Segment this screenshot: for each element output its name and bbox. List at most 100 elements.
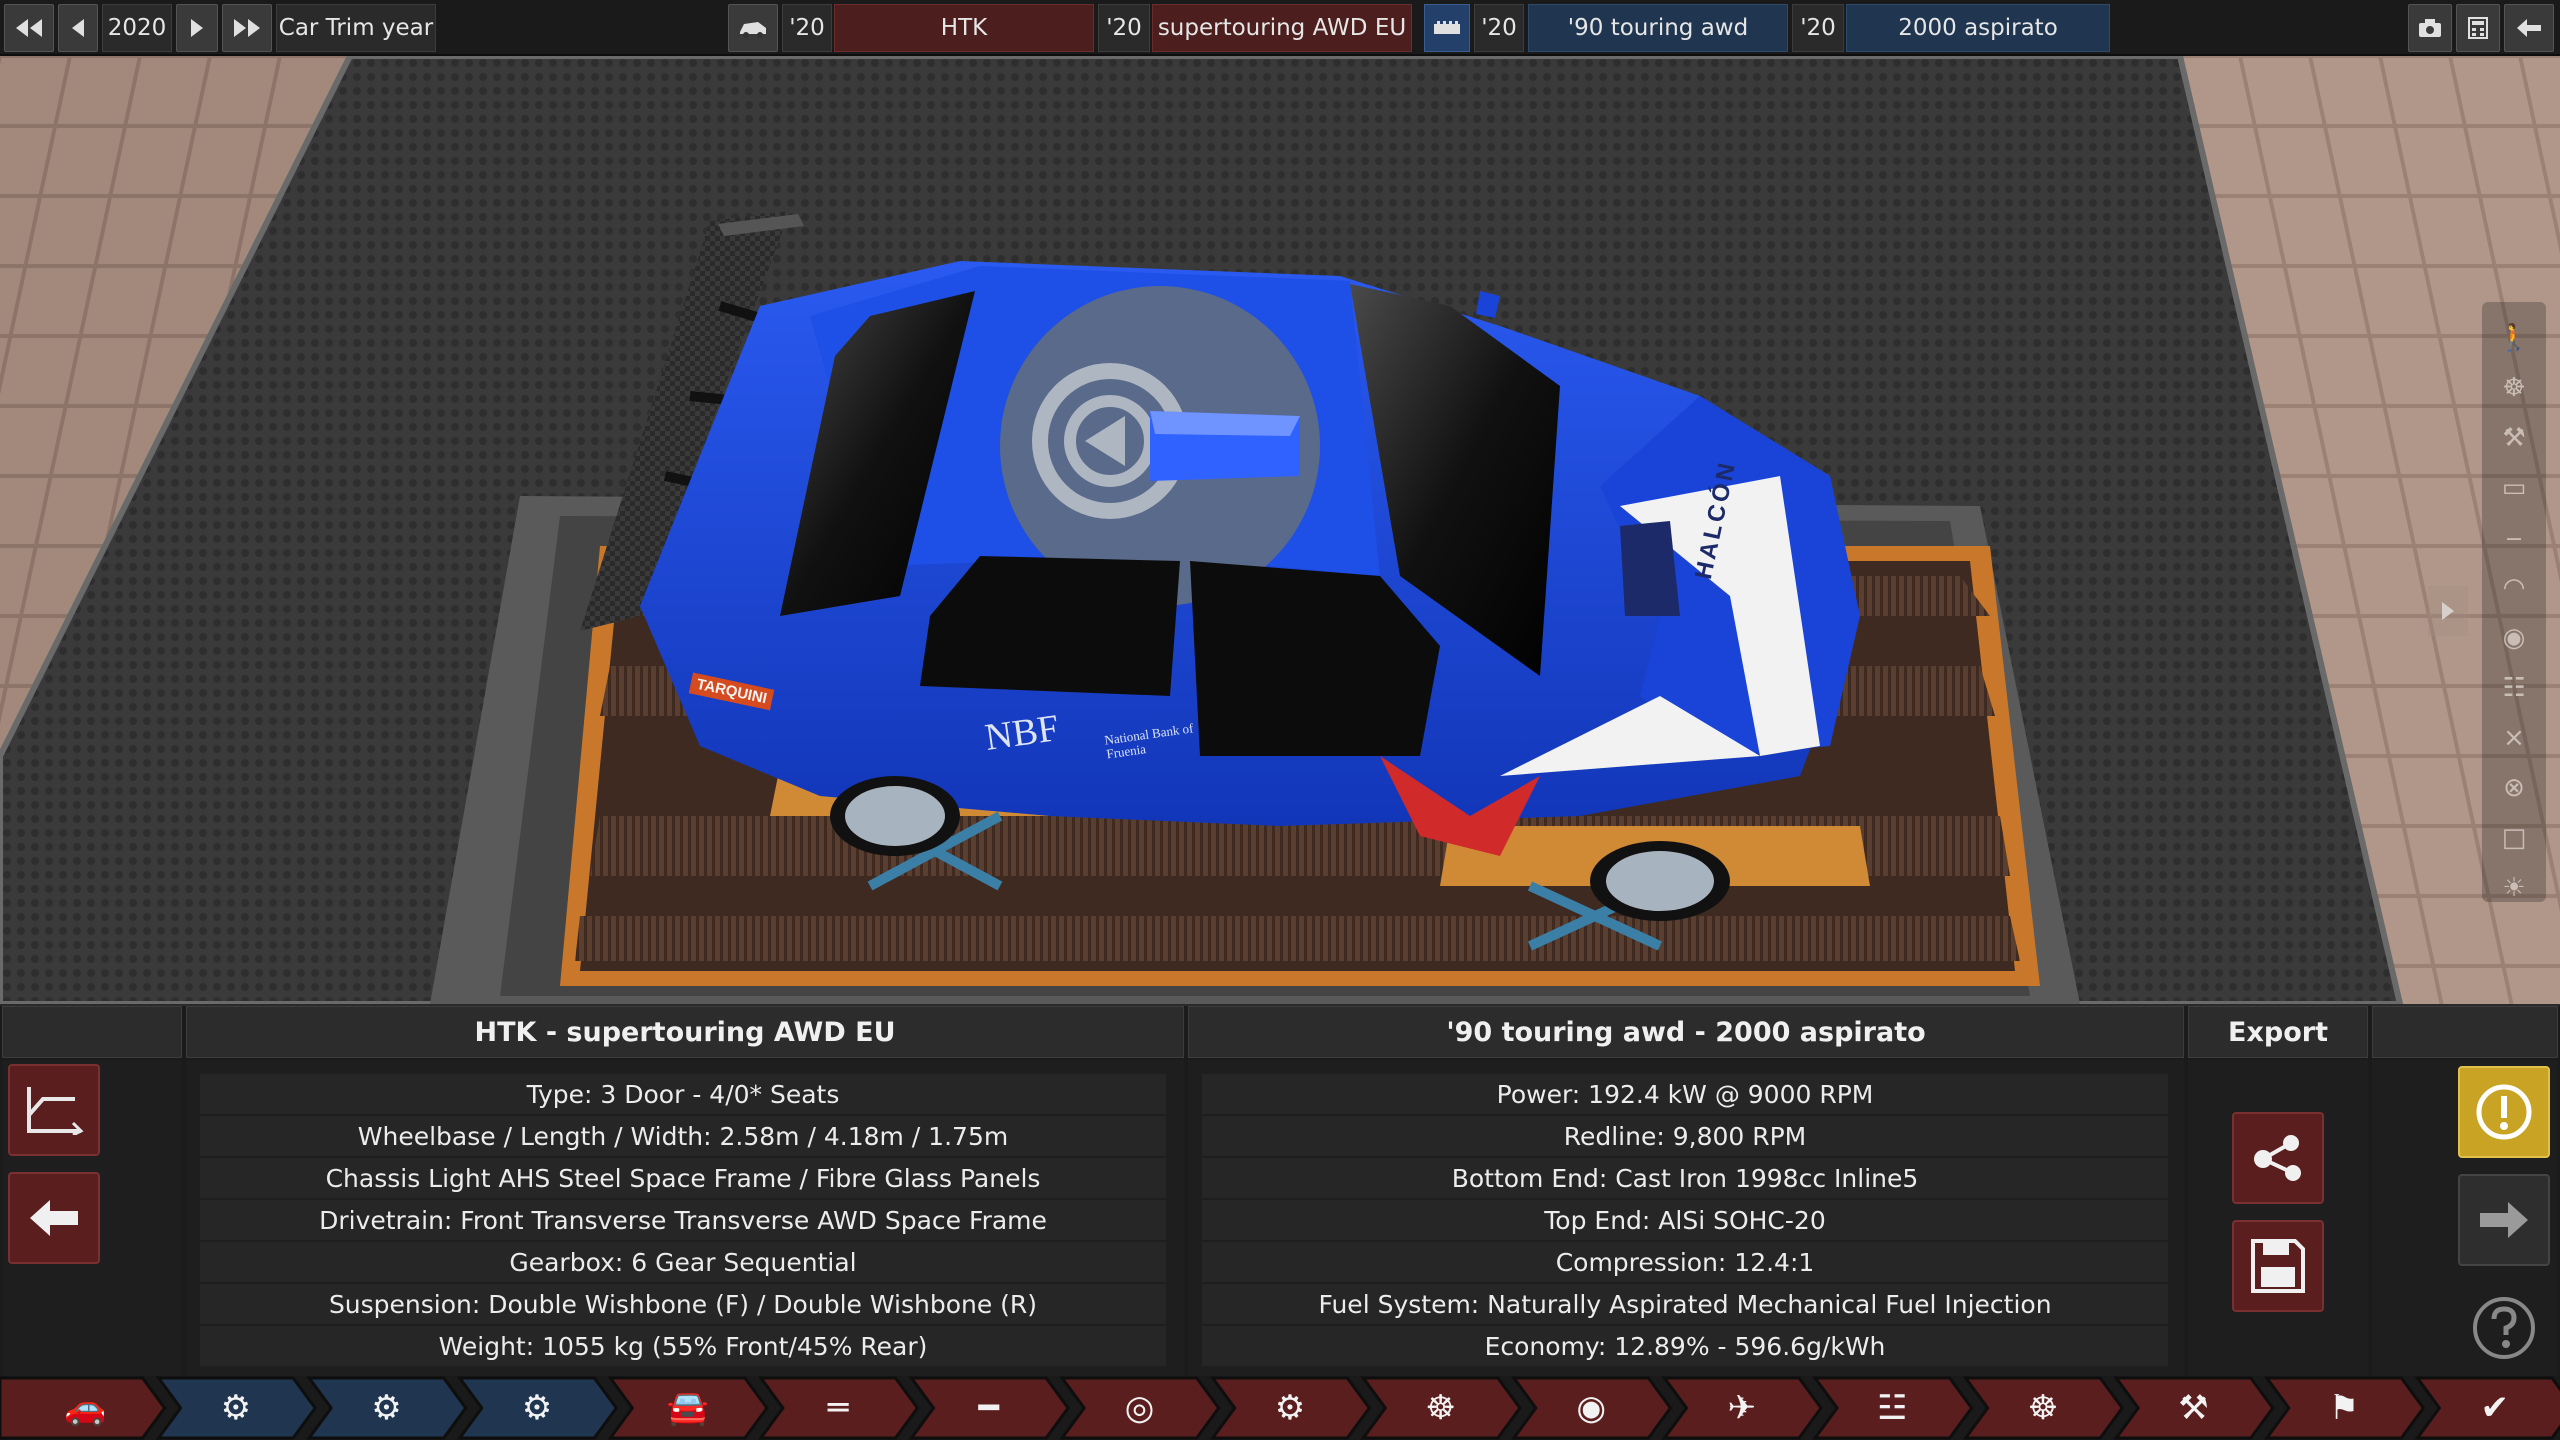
car-info-header: HTK - supertouring AWD EU bbox=[186, 1006, 1184, 1058]
nav-tab-aero[interactable]: ✈ bbox=[1676, 1376, 1807, 1440]
back-arrow-icon bbox=[2517, 19, 2541, 37]
engine-info-row: Redline: 9,800 RPM bbox=[1202, 1116, 2168, 1156]
car-tree-icon: 🚘 bbox=[666, 1388, 709, 1428]
camera-button[interactable] bbox=[2408, 4, 2452, 52]
car-info-column: Type: 3 Door - 4/0* Seats Wheelbase / Len… bbox=[186, 1060, 1184, 1378]
previous-step-button[interactable] bbox=[8, 1172, 100, 1264]
save-button[interactable] bbox=[2232, 1220, 2324, 1312]
right-actions-column bbox=[2372, 1060, 2558, 1378]
nav-tab-engine-folder[interactable]: ⚙ bbox=[171, 1376, 302, 1440]
engine-block-icon: ⚙ bbox=[371, 1388, 402, 1428]
calculator-icon bbox=[2468, 17, 2488, 39]
floppy-disk-icon bbox=[2251, 1239, 2305, 1293]
frame-icon[interactable]: □ bbox=[2494, 818, 2534, 858]
wheel-icon[interactable]: ☸ bbox=[2494, 368, 2534, 408]
engine-info-header: '90 touring awd - 2000 aspirato bbox=[1188, 1006, 2184, 1058]
nav-tab-steering[interactable]: ☸ bbox=[1978, 1376, 2109, 1440]
warning-icon bbox=[2476, 1084, 2532, 1140]
trim-year: '20 bbox=[1098, 4, 1150, 52]
top-toolbar: 2020 Car Trim year '20 HTK '20 supertour… bbox=[0, 0, 2560, 56]
design-stage-nav: 🚗 ⚙ ⚙ ⚙ 🚘 ═ ━ ◎ ⚙ ☸ ◉ ✈ ☳ ☸ ⚒ ⚑ ✔ bbox=[0, 1376, 2560, 1440]
engine-button[interactable] bbox=[1424, 4, 1470, 52]
share-button[interactable] bbox=[2232, 1112, 2324, 1204]
car-designer-screen: 2020 Car Trim year '20 HTK '20 supertour… bbox=[0, 0, 2560, 1440]
graph-button[interactable] bbox=[8, 1064, 100, 1156]
model-button[interactable] bbox=[728, 4, 778, 52]
nav-tab-tune[interactable]: ⚒ bbox=[2128, 1376, 2259, 1440]
nav-tab-brakes[interactable]: ◉ bbox=[1526, 1376, 1657, 1440]
nav-tab-chassis[interactable]: ═ bbox=[773, 1376, 904, 1440]
brakes-icon: ◉ bbox=[1576, 1388, 1606, 1428]
engine-info-row: Fuel System: Naturally Aspirated Mechani… bbox=[1202, 1284, 2168, 1324]
nav-tab-gearbox[interactable]: ⚙ bbox=[1225, 1376, 1356, 1440]
left-tools-header bbox=[2, 1006, 182, 1058]
chassis-icon: ═ bbox=[827, 1388, 849, 1428]
car-body-icon: 🚗 bbox=[64, 1388, 107, 1428]
nav-tab-interior[interactable]: ☳ bbox=[1827, 1376, 1958, 1440]
help-button[interactable] bbox=[2458, 1282, 2550, 1374]
nav-tab-suspension[interactable]: ◎ bbox=[1074, 1376, 1205, 1440]
question-mark-icon bbox=[2473, 1297, 2535, 1359]
car-info-row: Weight: 1055 kg (55% Front/45% Rear) bbox=[200, 1326, 1166, 1366]
spray-icon[interactable]: ⚒ bbox=[2494, 418, 2534, 458]
year-next-button[interactable] bbox=[176, 4, 218, 52]
engine-variant-name[interactable]: 2000 aspirato bbox=[1846, 4, 2110, 52]
gearbox-icon: ⚙ bbox=[1274, 1388, 1306, 1428]
expand-arrow-icon bbox=[2442, 602, 2454, 620]
grille-icon[interactable]: ☷ bbox=[2494, 668, 2534, 708]
right-actions-header bbox=[2372, 1006, 2558, 1058]
car-3d-viewport[interactable]: HALCÓN NBF National Bank of Fruenia TARQ… bbox=[0, 56, 2560, 1004]
engine-variant-year: '20 bbox=[1792, 4, 1844, 52]
car-info-row: Wheelbase / Length / Width: 2.58m / 4.18… bbox=[200, 1116, 1166, 1156]
engine-family-name[interactable]: '90 touring awd bbox=[1528, 4, 1788, 52]
test-track-icon: ⚑ bbox=[2328, 1388, 2360, 1428]
export-column bbox=[2188, 1060, 2368, 1378]
year-last-button[interactable] bbox=[222, 4, 272, 52]
next-step-button[interactable] bbox=[2458, 1174, 2550, 1266]
nav-tab-drivetrain[interactable]: ━ bbox=[924, 1376, 1055, 1440]
nav-tab-engine-tree[interactable]: ⚙ bbox=[472, 1376, 603, 1440]
trim-name[interactable]: supertouring AWD EU bbox=[1152, 4, 1412, 52]
year-first-button[interactable] bbox=[4, 4, 54, 52]
nav-tab-car-tree[interactable]: 🚘 bbox=[622, 1376, 753, 1440]
nav-tab-wheels[interactable]: ☸ bbox=[1375, 1376, 1506, 1440]
year-label: Car Trim year bbox=[276, 4, 436, 52]
engine-block-icon bbox=[1434, 21, 1460, 34]
battery-icon[interactable]: ▭ bbox=[2494, 468, 2534, 508]
warnings-button[interactable] bbox=[2458, 1066, 2550, 1158]
walk-icon[interactable]: 🚶 bbox=[2494, 318, 2534, 358]
tune-icon: ⚒ bbox=[2178, 1388, 2209, 1428]
back-button[interactable] bbox=[2504, 4, 2554, 52]
car-info-row: Type: 3 Door - 4/0* Seats bbox=[200, 1074, 1166, 1114]
car-info-row: Gearbox: 6 Gear Sequential bbox=[200, 1242, 1166, 1282]
left-tools-column bbox=[2, 1060, 182, 1378]
nav-tab-car-body[interactable]: 🚗 bbox=[20, 1376, 151, 1440]
left-arrow-icon bbox=[30, 1200, 78, 1236]
engine-info-column: Power: 192.4 kW @ 9000 RPM Redline: 9,800… bbox=[1188, 1060, 2184, 1378]
car-front-icon[interactable]: ◉ bbox=[2494, 618, 2534, 658]
engine-info-row: Power: 192.4 kW @ 9000 RPM bbox=[1202, 1074, 2168, 1114]
model-name[interactable]: HTK bbox=[834, 4, 1094, 52]
engine-folder-icon: ⚙ bbox=[220, 1388, 252, 1428]
nav-tab-confirm[interactable]: ✔ bbox=[2429, 1376, 2560, 1440]
garage-scene bbox=[0, 56, 2560, 1004]
left-icon bbox=[72, 19, 84, 37]
year-prev-button[interactable] bbox=[58, 4, 98, 52]
rail-expand-button[interactable] bbox=[2428, 586, 2468, 636]
tire-icon[interactable]: ⊗ bbox=[2494, 768, 2534, 808]
engine-info-row: Top End: AlSi SOHC-20 bbox=[1202, 1200, 2168, 1240]
wheels-icon: ☸ bbox=[1425, 1388, 1456, 1428]
lightbulb-icon[interactable]: ☀ bbox=[2494, 868, 2534, 908]
seat-icon[interactable]: ‒ bbox=[2494, 518, 2534, 558]
drivetrain-icon: ━ bbox=[978, 1388, 1000, 1428]
car-info-row: Suspension: Double Wishbone (F) / Double… bbox=[200, 1284, 1166, 1324]
nav-tab-test-track[interactable]: ⚑ bbox=[2279, 1376, 2410, 1440]
engine-info-row: Economy: 12.89% - 596.6g/kWh bbox=[1202, 1326, 2168, 1366]
nav-tab-engine-block[interactable]: ⚙ bbox=[321, 1376, 452, 1440]
calculator-button[interactable] bbox=[2456, 4, 2500, 52]
year-field[interactable]: 2020 bbox=[102, 4, 172, 52]
right-icon bbox=[191, 19, 203, 37]
summary-panel: HTK - supertouring AWD EU Type: 3 Door -… bbox=[0, 1004, 2560, 1378]
suspension-icon[interactable]: ⨯ bbox=[2494, 718, 2534, 758]
cap-icon[interactable]: ◠ bbox=[2494, 568, 2534, 608]
